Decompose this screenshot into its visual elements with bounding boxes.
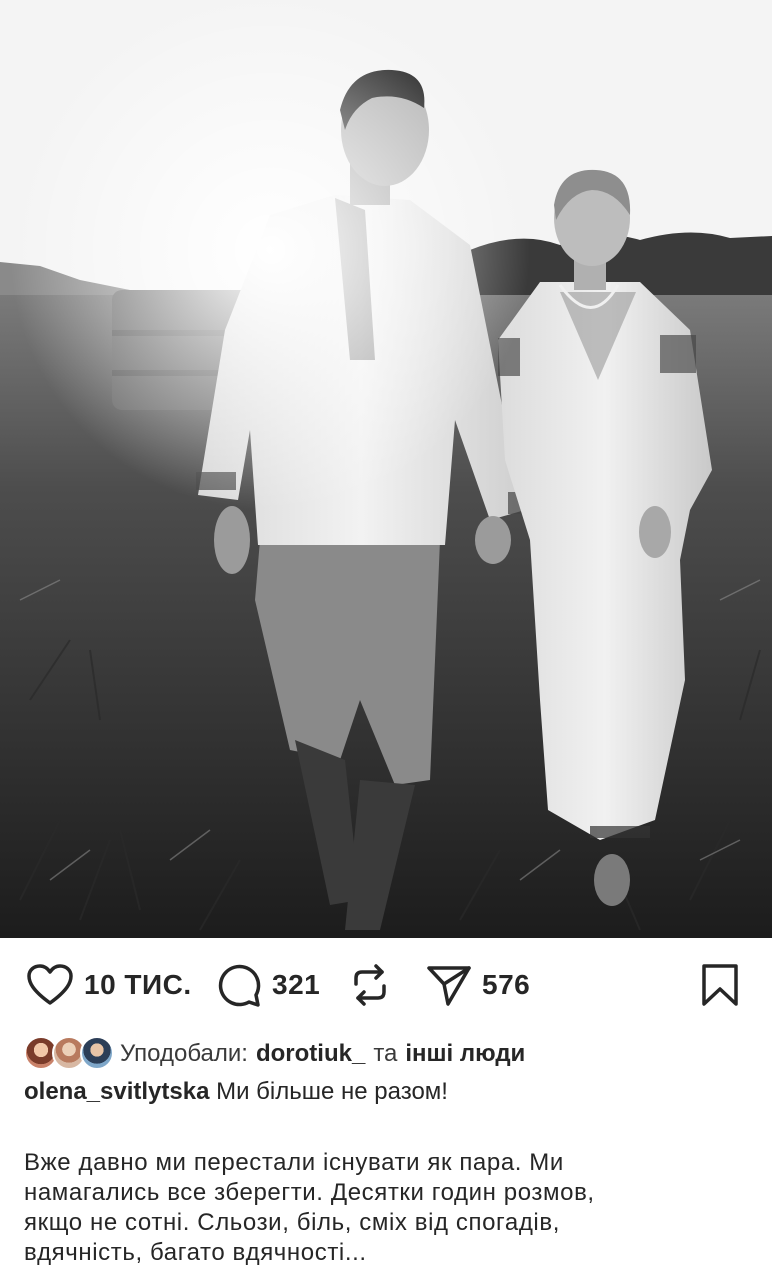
send-icon bbox=[427, 966, 471, 1006]
post-photo-illustration bbox=[0, 0, 772, 938]
liked-by-prefix: Уподобали: bbox=[120, 1040, 248, 1067]
caption-body: Вже давно ми перестали існувати як пара.… bbox=[24, 1148, 744, 1268]
caption-username[interactable]: olena_svitlytska bbox=[24, 1078, 209, 1105]
caption-line: Вже давно ми перестали існувати як пара.… bbox=[24, 1149, 564, 1176]
caption-line: якщо не сотні. Сльози, біль, сміх від сп… bbox=[24, 1209, 560, 1236]
avatar bbox=[80, 1036, 114, 1070]
like-button[interactable]: 10 ТИС. bbox=[26, 962, 192, 1008]
liked-by-user-link[interactable]: dorotiuk_ bbox=[256, 1040, 365, 1068]
post-actions-bar: 10 ТИС. 321 576 bbox=[0, 938, 772, 1034]
liked-by-others-link[interactable]: інші люди bbox=[405, 1040, 525, 1068]
heart-icon bbox=[27, 964, 73, 1005]
liked-by-conjunction: та bbox=[373, 1040, 398, 1067]
caption-header: olena_svitlytska Ми більше не разом! bbox=[24, 1076, 448, 1108]
comment-button[interactable]: 321 bbox=[216, 962, 320, 1008]
liked-by-avatars[interactable] bbox=[24, 1036, 114, 1072]
post-photo[interactable] bbox=[0, 0, 772, 938]
likes-count: 10 ТИС. bbox=[84, 969, 192, 1000]
save-button[interactable] bbox=[700, 962, 740, 1008]
repost-icon bbox=[354, 964, 386, 1006]
comments-count: 321 bbox=[272, 969, 321, 1000]
bookmark-icon bbox=[702, 964, 738, 1006]
caption-line: намагались все зберегти. Десятки годин р… bbox=[24, 1179, 595, 1206]
comment-bubble-icon bbox=[218, 964, 261, 1007]
share-button[interactable]: 576 bbox=[426, 962, 530, 1008]
repost-button[interactable] bbox=[350, 962, 390, 1008]
caption-headline: Ми більше не разом! bbox=[216, 1078, 448, 1105]
shares-count: 576 bbox=[482, 969, 531, 1000]
liked-by-line: Уподобали: dorotiuk_ та інші люди bbox=[24, 1034, 764, 1074]
caption-line: вдячність, багато вдячності... bbox=[24, 1239, 367, 1266]
